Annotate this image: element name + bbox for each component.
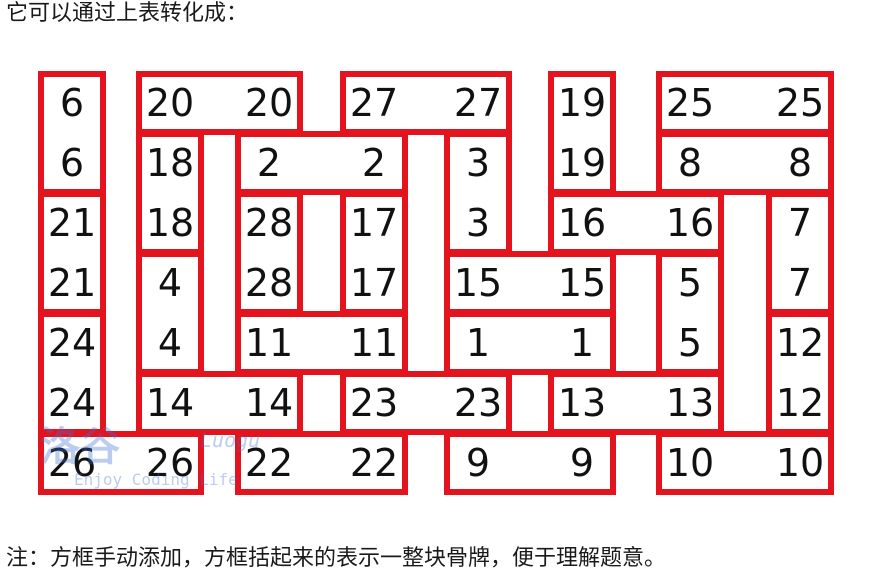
watermark-sub: Luogu bbox=[200, 428, 261, 452]
domino-box bbox=[656, 431, 834, 495]
domino-grid: 6 20 20 27 27 19 25 25 6 18 2 2 3 19 8 8 21 18 28 17 3 16 16 7 2… bbox=[0, 0, 878, 587]
domino-box bbox=[548, 191, 724, 255]
domino-box bbox=[38, 71, 106, 195]
domino-box bbox=[38, 191, 106, 315]
domino-box bbox=[766, 311, 834, 435]
domino-box bbox=[340, 191, 408, 315]
bottom-caption: 注：方框手动添加，方框括起来的表示一整块骨牌，便于理解题意。 bbox=[6, 546, 667, 571]
luogu-watermark: 洛谷 Luogu Enjoy Coding Life bbox=[0, 418, 290, 498]
domino-box bbox=[235, 311, 408, 375]
domino-box bbox=[548, 371, 724, 435]
domino-box bbox=[444, 431, 616, 495]
domino-box bbox=[656, 251, 724, 375]
domino-box bbox=[340, 71, 512, 135]
domino-box bbox=[656, 131, 834, 195]
watermark-brand: 洛谷 bbox=[40, 424, 120, 470]
domino-box bbox=[766, 191, 834, 315]
domino-box bbox=[548, 71, 616, 195]
domino-box bbox=[340, 371, 512, 435]
domino-box bbox=[444, 251, 616, 315]
watermark-slogan: Enjoy Coding Life bbox=[74, 470, 238, 489]
domino-box bbox=[136, 251, 204, 375]
domino-box bbox=[444, 131, 512, 255]
domino-box bbox=[136, 131, 204, 255]
domino-box bbox=[235, 191, 303, 315]
domino-box bbox=[235, 131, 408, 195]
domino-box bbox=[444, 311, 616, 375]
domino-box bbox=[136, 71, 303, 135]
domino-box bbox=[656, 71, 834, 135]
